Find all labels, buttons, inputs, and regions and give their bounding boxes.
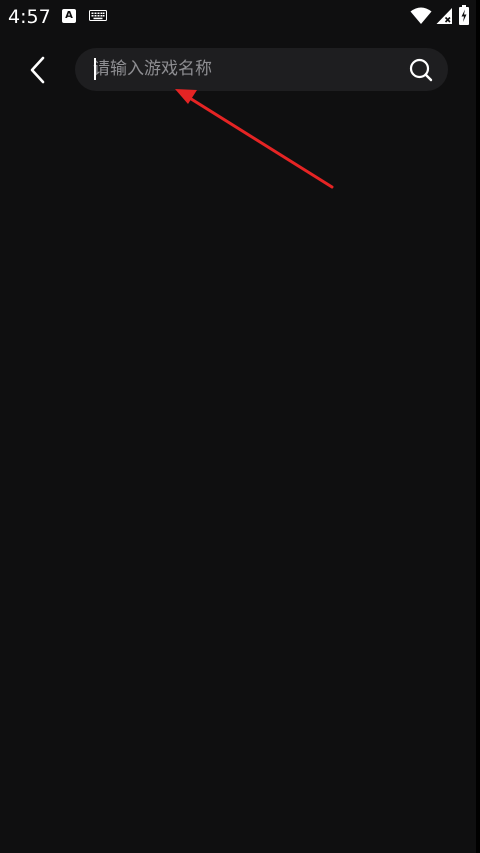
search-box[interactable] bbox=[75, 48, 448, 91]
screen-edge bbox=[476, 0, 480, 853]
game-search-screen: 4:57 A bbox=[0, 0, 476, 853]
keyboard-icon bbox=[89, 10, 107, 21]
annotation-arrow bbox=[175, 89, 334, 189]
chevron-left-icon bbox=[30, 56, 45, 84]
a-notification-icon: A bbox=[62, 9, 76, 23]
search-input[interactable] bbox=[93, 54, 393, 84]
back-button[interactable] bbox=[18, 50, 58, 90]
wifi-icon bbox=[410, 7, 432, 24]
search-button[interactable] bbox=[407, 56, 435, 84]
search-icon bbox=[409, 58, 433, 82]
status-bar: 4:57 A bbox=[0, 0, 476, 34]
signal-icon bbox=[436, 8, 452, 24]
battery-charging-icon bbox=[459, 5, 469, 25]
text-cursor bbox=[94, 58, 96, 80]
status-time: 4:57 bbox=[8, 6, 51, 28]
